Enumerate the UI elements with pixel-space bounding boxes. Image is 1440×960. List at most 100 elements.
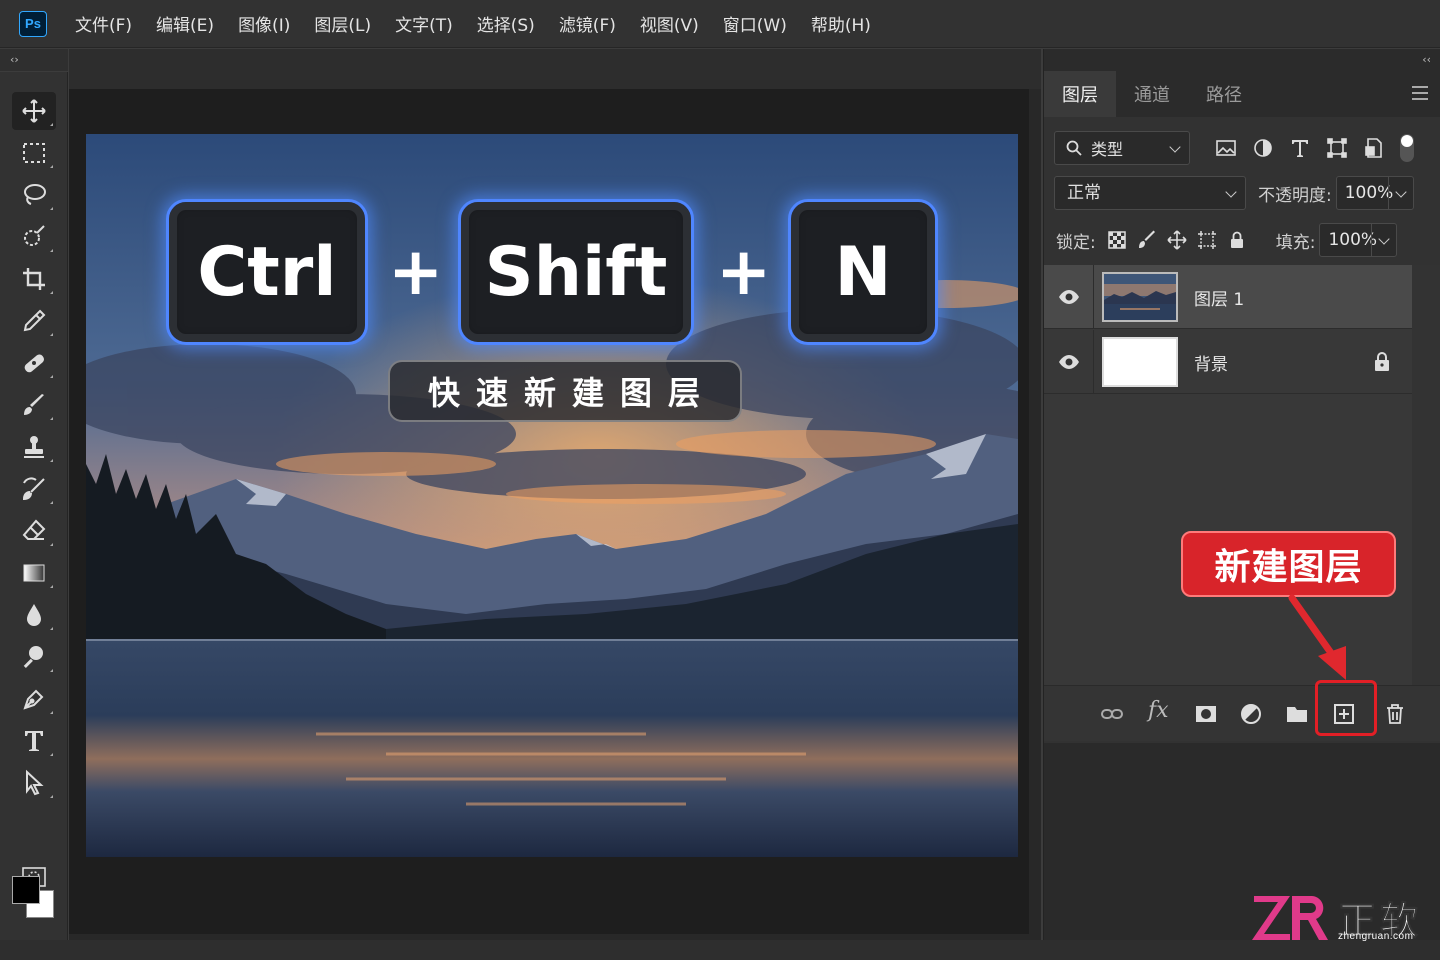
menu-filter[interactable]: 滤镜(F) [559, 11, 616, 36]
shift-key: Shift [458, 199, 694, 345]
filter-toggle[interactable] [1400, 134, 1414, 162]
lock-artboard-icon[interactable] [1196, 229, 1218, 251]
foreground-color-swatch[interactable] [12, 876, 40, 904]
visibility-toggle[interactable] [1044, 330, 1094, 394]
layer-thumbnail [1102, 337, 1178, 387]
lock-transparency-icon[interactable] [1106, 229, 1128, 251]
layers-scrollbar[interactable] [1412, 265, 1440, 685]
menu-layer[interactable]: 图层(L) [314, 11, 371, 36]
menu-help[interactable]: 帮助(H) [811, 11, 871, 36]
marquee-icon[interactable] [12, 134, 56, 172]
visibility-toggle[interactable] [1044, 265, 1094, 329]
eyedropper-icon[interactable] [12, 302, 56, 340]
watermark-logo [1252, 896, 1328, 940]
tab-channels[interactable]: 通道 [1116, 71, 1188, 117]
lock-all-icon[interactable] [1226, 229, 1248, 251]
tab-paths[interactable]: 路径 [1188, 71, 1260, 117]
clone-stamp-icon[interactable] [12, 428, 56, 466]
eye-icon[interactable] [1058, 352, 1080, 372]
blend-mode-select[interactable]: 正常 [1054, 176, 1246, 210]
chevron-down-icon[interactable] [1395, 186, 1407, 198]
image-filter-icon[interactable] [1214, 136, 1238, 160]
opacity-label: 不透明度: [1258, 185, 1332, 206]
lock-position-icon[interactable] [1166, 229, 1188, 251]
document-workspace: Ctrl + Shift + N 快速新建图层 [69, 49, 1041, 940]
layer-name[interactable]: 图层 1 [1194, 285, 1244, 310]
fill-value: 100% [1328, 230, 1378, 250]
mask-icon[interactable] [1192, 700, 1220, 728]
canvas-image[interactable]: Ctrl + Shift + N 快速新建图层 [86, 134, 1018, 857]
adjustment-layer-icon[interactable] [1237, 700, 1265, 728]
chevron-down-icon [1225, 186, 1237, 198]
fill-field[interactable]: 100% [1319, 223, 1398, 257]
history-brush-icon[interactable] [12, 470, 56, 508]
n-key: N [788, 199, 938, 345]
watermark: 正软 zhengruan.com [1250, 890, 1430, 946]
layer-row-layer1[interactable]: 图层 1 [1044, 265, 1412, 329]
filter-type-label: 类型 [1091, 140, 1124, 159]
menu-file[interactable]: 文件(F) [75, 11, 132, 36]
group-folder-icon[interactable] [1283, 700, 1311, 728]
layers-panel: ‹‹ 图层 通道 路径 类型 正常 不透明度: 100% 锁定: 填充: 100… [1043, 49, 1440, 940]
shape-filter-icon[interactable] [1325, 136, 1349, 160]
blend-row: 正常 不透明度: 100% [1054, 176, 1430, 210]
layer-filter-select[interactable]: 类型 [1054, 131, 1190, 165]
link-icon[interactable] [1098, 700, 1126, 728]
path-select-icon[interactable] [12, 764, 56, 802]
lasso-icon[interactable] [12, 176, 56, 214]
panel-menu-icon[interactable] [1412, 86, 1428, 100]
lock-icon [1375, 352, 1389, 371]
tab-layers[interactable]: 图层 [1044, 71, 1116, 117]
shortcut-caption: 快速新建图层 [388, 360, 742, 422]
layer-name[interactable]: 背景 [1194, 350, 1228, 375]
plus-sign-2: + [716, 233, 772, 310]
smart-object-filter-icon[interactable] [1362, 136, 1386, 160]
ctrl-key: Ctrl [166, 199, 368, 345]
crop-icon[interactable] [12, 260, 56, 298]
pen-icon[interactable] [12, 680, 56, 718]
menu-window[interactable]: 窗口(W) [723, 11, 787, 36]
status-bar [0, 940, 1440, 960]
eraser-icon[interactable] [12, 512, 56, 550]
chevron-down-icon [1169, 141, 1181, 153]
blend-mode-value: 正常 [1067, 183, 1101, 203]
gradient-icon[interactable] [12, 554, 56, 592]
chevron-down-icon[interactable] [1378, 233, 1391, 245]
panel-collapse-toggle[interactable]: ‹‹ [1044, 49, 1440, 71]
menu-image[interactable]: 图像(I) [238, 11, 290, 36]
blur-icon[interactable] [12, 596, 56, 634]
brush-icon[interactable] [12, 386, 56, 424]
type-filter-icon[interactable] [1288, 136, 1312, 160]
fill-label: 填充: [1275, 232, 1316, 253]
layer-thumbnail [1102, 272, 1178, 322]
move-icon[interactable] [12, 92, 56, 130]
dodge-icon[interactable] [12, 638, 56, 676]
tools-panel [0, 72, 68, 940]
menu-select[interactable]: 选择(S) [477, 11, 535, 36]
lock-pixels-icon[interactable] [1136, 229, 1158, 251]
search-icon [1066, 140, 1082, 156]
adjustment-filter-icon[interactable] [1251, 136, 1275, 160]
healing-brush-icon[interactable] [12, 344, 56, 382]
layer-row-background[interactable]: 背景 [1044, 330, 1412, 394]
panel-tabs: 图层 通道 路径 [1044, 71, 1440, 117]
eye-icon[interactable] [1058, 287, 1080, 307]
watermark-subtext: zhengruan.com [1338, 931, 1414, 942]
callout-arrow-icon [1288, 594, 1346, 680]
canvas-frame: Ctrl + Shift + N 快速新建图层 [69, 89, 1029, 934]
toolbar-collapse-toggle[interactable]: ‹› [0, 49, 68, 71]
fx-icon[interactable]: fx [1148, 698, 1169, 723]
opacity-field[interactable]: 100% [1335, 176, 1414, 210]
quick-select-icon[interactable] [12, 218, 56, 256]
menu-view[interactable]: 视图(V) [640, 11, 699, 36]
document-tab-bar [69, 49, 1041, 89]
menu-bar: Ps 文件(F) 编辑(E) 图像(I) 图层(L) 文字(T) 选择(S) 滤… [0, 0, 1440, 48]
delete-icon[interactable] [1381, 700, 1409, 728]
layer-filter-row: 类型 [1054, 131, 1430, 165]
type-icon[interactable] [12, 722, 56, 760]
photoshop-logo: Ps [19, 10, 47, 37]
lock-label: 锁定: [1056, 232, 1096, 253]
menu-type[interactable]: 文字(T) [395, 11, 453, 36]
opacity-value: 100% [1344, 183, 1394, 203]
menu-edit[interactable]: 编辑(E) [156, 11, 214, 36]
